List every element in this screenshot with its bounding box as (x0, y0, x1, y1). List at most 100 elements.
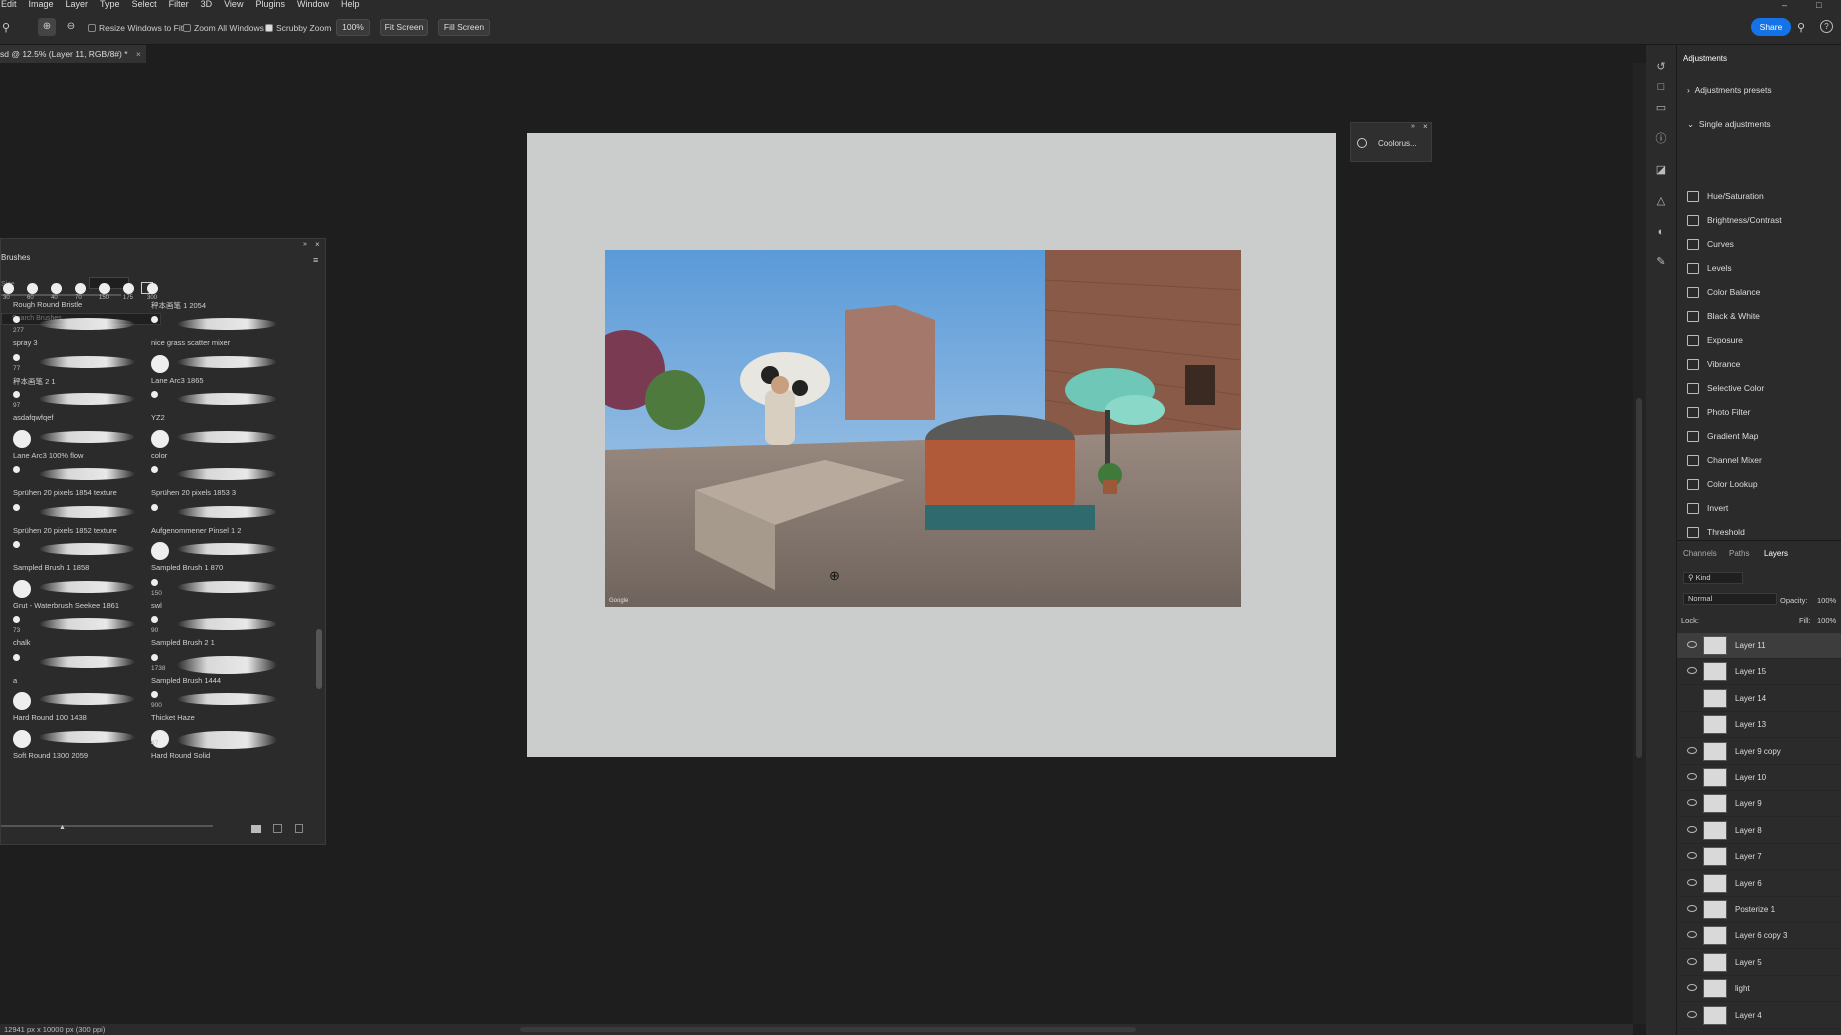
history-icon[interactable]: ↺ (1654, 60, 1668, 74)
visibility-eye-icon[interactable] (1687, 878, 1697, 886)
layer-row[interactable]: Layer 10 (1677, 765, 1841, 791)
menu-item-plugins[interactable]: Plugins (254, 0, 286, 9)
preset-brush-tip[interactable] (123, 283, 134, 294)
visibility-eye-icon[interactable] (1687, 931, 1697, 939)
preset-brush-tip[interactable] (27, 283, 38, 294)
layer-row[interactable]: Layer 13 (1677, 712, 1841, 739)
adjustment-gradient-map[interactable]: Gradient Map (1687, 426, 1759, 446)
adjustments-icon[interactable]: ◐ (1654, 225, 1668, 239)
brush-preset[interactable]: Sprühen 20 pixels 1854 texture (11, 464, 139, 500)
coolorus-panel[interactable]: » × Coolorus... (1350, 122, 1432, 162)
brush-preset[interactable]: Sprühen 20 pixels 1852 texture (11, 502, 139, 538)
layer-row[interactable]: Layer 5 (1677, 950, 1841, 976)
brush-preset[interactable]: 73 chalk (11, 614, 139, 650)
brush-preset[interactable]: 47 Hard Round Solid (149, 727, 277, 763)
brush-settings-icon[interactable]: ✎ (1654, 255, 1668, 269)
search-icon[interactable]: ⚲ (1797, 21, 1805, 34)
brush-preset[interactable]: Lane Arc3 100% flow (11, 427, 139, 463)
resize-windows-checkbox[interactable]: Resize Windows to Fit (88, 23, 183, 33)
kind-filter[interactable]: ⚲ Kind (1683, 572, 1743, 584)
brush-preset[interactable]: 90 Sampled Brush 2 1 (149, 614, 277, 650)
brush-preset[interactable]: Sampled Brush 1 870 (149, 539, 277, 575)
visibility-eye-icon[interactable] (1687, 984, 1697, 992)
menu-item-image[interactable]: Image (28, 0, 55, 9)
horizontal-scrollbar[interactable] (520, 1027, 1136, 1032)
adjustment-levels[interactable]: Levels (1687, 258, 1732, 278)
add-icon[interactable] (273, 824, 282, 833)
menu-item-layer[interactable]: Layer (65, 0, 90, 9)
brush-preset[interactable]: Sprühen 20 pixels 1853 3 (149, 464, 277, 500)
scrubby-zoom-checkbox[interactable]: Scrubby Zoom (265, 23, 331, 33)
layer-row[interactable]: Layer 8 (1677, 818, 1841, 844)
brush-preset[interactable]: Lane Arc3 1865 (149, 352, 277, 388)
visibility-eye-icon[interactable] (1687, 720, 1697, 727)
adjustment-selective-color[interactable]: Selective Color (1687, 378, 1764, 398)
brush-preset[interactable]: Aufgenommener Pinsel 1 2 (149, 502, 277, 538)
preset-brush-tip[interactable] (147, 283, 158, 294)
brush-preset[interactable]: Grut - Waterbrush Seekee 1861 (11, 577, 139, 613)
close-tab-icon[interactable]: × (136, 49, 141, 59)
close-icon[interactable]: × (315, 240, 320, 249)
adjustment-invert[interactable]: Invert (1687, 498, 1728, 518)
brush-preset[interactable]: 1738 Sampled Brush 1444 (149, 652, 277, 688)
adjustment-exposure[interactable]: Exposure (1687, 330, 1743, 350)
visibility-eye-icon[interactable] (1687, 694, 1697, 701)
brush-preset[interactable]: Sampled Brush 1 1858 (11, 539, 139, 575)
3d-icon[interactable]: △ (1654, 194, 1668, 208)
preset-brush-tip[interactable] (99, 283, 110, 294)
preset-brush-tip[interactable] (75, 283, 86, 294)
coolorus-label[interactable]: Coolorus... (1378, 139, 1417, 148)
adjustment-brightness-contrast[interactable]: Brightness/Contrast (1687, 210, 1782, 230)
zoom-in-icon[interactable]: ⊕ (38, 18, 56, 36)
tab-paths[interactable]: Paths (1729, 549, 1749, 558)
zoom-out-icon[interactable]: ⊖ (62, 18, 80, 36)
brush-name[interactable]: 秤本画笔 1 2054 (151, 300, 206, 311)
layer-row[interactable]: Layer 6 (1677, 871, 1841, 897)
preset-brush-tip[interactable] (51, 283, 62, 294)
brush-preset[interactable]: Hard Round 100 1438 (11, 689, 139, 725)
brush-preset[interactable]: 77 秤本画笔 2 1 (11, 352, 139, 388)
opacity-field[interactable]: 100% (1817, 596, 1836, 605)
adjustment-color-lookup[interactable]: Color Lookup (1687, 474, 1758, 494)
layer-row[interactable]: Layer 7 (1677, 844, 1841, 871)
preset-brush-tip[interactable] (3, 283, 14, 294)
menu-item-help[interactable]: Help (340, 0, 361, 9)
adjustment-vibrance[interactable]: Vibrance (1687, 354, 1740, 374)
libraries-icon[interactable]: □ (1654, 80, 1668, 94)
visibility-eye-icon[interactable] (1687, 667, 1697, 675)
preview-slider[interactable] (1, 825, 213, 827)
menu-item-3d[interactable]: 3D (200, 0, 214, 9)
brush-preset[interactable]: 277 spray 3 (11, 314, 139, 350)
menu-item-select[interactable]: Select (131, 0, 158, 9)
single-adjustments[interactable]: ⌄ Single adjustments (1687, 119, 1771, 130)
visibility-eye-icon[interactable] (1687, 799, 1697, 807)
document-tab[interactable]: sd @ 12.5% (Layer 11, RGB/8#) * × (0, 45, 146, 63)
collapse-icon[interactable]: » (303, 241, 307, 248)
share-button[interactable]: Share (1751, 18, 1791, 36)
adjustment-threshold[interactable]: Threshold (1687, 522, 1745, 542)
menu-item-edit[interactable]: Edit (0, 0, 18, 9)
adjustment-black-white[interactable]: Black & White (1687, 306, 1760, 326)
visibility-eye-icon[interactable] (1687, 825, 1697, 833)
layer-row[interactable]: Layer 9 copy (1677, 739, 1841, 765)
fill-screen-button[interactable]: Fill Screen (438, 19, 490, 36)
visibility-eye-icon[interactable] (1687, 641, 1697, 648)
fill-field[interactable]: 100% (1817, 616, 1836, 625)
adjustment-channel-mixer[interactable]: Channel Mixer (1687, 450, 1762, 470)
adjustments-presets[interactable]: › Adjustments presets (1687, 85, 1772, 95)
blend-mode-select[interactable]: Normal (1683, 593, 1777, 605)
layer-row[interactable]: light (1677, 976, 1841, 1003)
minimize-icon[interactable]: – (1782, 0, 1787, 10)
panel-menu-icon[interactable]: ≡ (313, 255, 318, 265)
menu-item-type[interactable]: Type (99, 0, 121, 9)
layer-row[interactable]: Layer 11 (1677, 633, 1841, 659)
trash-icon[interactable] (295, 824, 303, 833)
properties-icon[interactable]: ◪ (1654, 163, 1668, 177)
brush-preset[interactable]: YZ2 (149, 389, 277, 425)
brush-preset[interactable]: a (11, 652, 139, 688)
layer-row[interactable]: Layer 14 (1677, 686, 1841, 712)
folder-icon[interactable] (251, 825, 261, 833)
menu-item-filter[interactable]: Filter (168, 0, 190, 9)
restore-icon[interactable]: □ (1816, 0, 1821, 10)
brush-preset[interactable]: 97 asdafqwfqef (11, 389, 139, 425)
